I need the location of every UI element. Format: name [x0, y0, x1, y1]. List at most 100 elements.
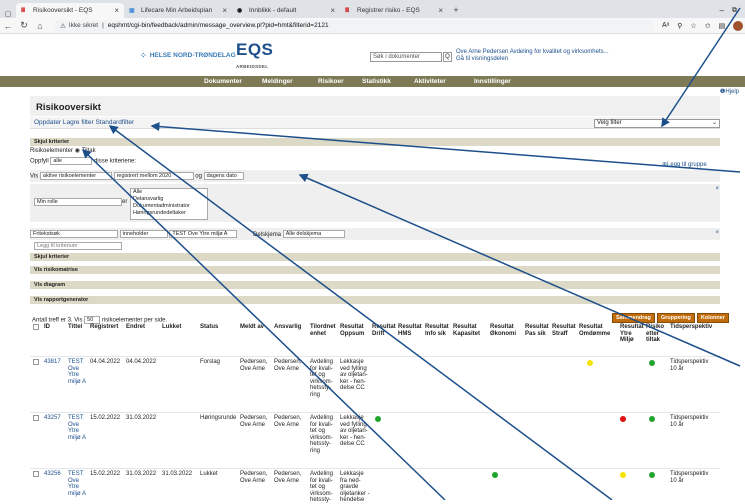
- menu-settings[interactable]: Innstillinger: [474, 76, 511, 87]
- select-all-checkbox[interactable]: [33, 324, 39, 330]
- collections-icon[interactable]: ▤: [719, 22, 726, 30]
- help-link[interactable]: ❶Hjelp: [720, 88, 739, 95]
- favorites-icon[interactable]: ✩: [705, 22, 711, 30]
- col-time-perspective[interactable]: Tidsperspektiv: [670, 324, 712, 331]
- browser-tab-risikooversikt[interactable]: Ⅲ Risikooversikt - EQS ×: [16, 3, 124, 18]
- row-title-link[interactable]: TEST Ove Ytre miljø A: [68, 359, 86, 385]
- col-patient-safety[interactable]: Resultat Pas sik: [525, 324, 551, 337]
- registered-select[interactable]: registrert mellom 2020: [113, 172, 194, 180]
- col-id[interactable]: ID: [44, 324, 50, 331]
- role-listbox[interactable]: Alle Delansvarlig Dokumentadministrator …: [130, 188, 208, 220]
- col-hms[interactable]: Resultat HMS: [398, 324, 424, 337]
- col-environment[interactable]: Resultat Ytre Miljø: [620, 324, 646, 344]
- freetext-input[interactable]: TEST Ove Ytre miljø A: [169, 230, 238, 238]
- contains-select[interactable]: inneholder: [119, 230, 168, 238]
- document-search-input[interactable]: Søk i dokumenter: [370, 52, 442, 62]
- col-changed[interactable]: Endret: [126, 324, 145, 331]
- browser-tab-innblikk[interactable]: ◉ Innblikk - default ×: [232, 3, 340, 18]
- columns-button[interactable]: Kolonner: [696, 313, 729, 323]
- close-tab-icon[interactable]: ×: [222, 6, 227, 15]
- col-infosec[interactable]: Resultat Info sik: [425, 324, 451, 337]
- col-reputation[interactable]: Resultat Omdømme: [579, 324, 610, 337]
- role-option[interactable]: Alle: [133, 189, 207, 196]
- row-title-link[interactable]: TEST Ove Ytre miljø A: [68, 415, 86, 441]
- browser-tab-registrer[interactable]: Ⅲ Registrer risiko - EQS ×: [340, 3, 448, 18]
- row-title-link[interactable]: TEST Ove Ytre miljø A: [68, 471, 86, 497]
- browser-tab-lifecare[interactable]: ▣ Lifecare Min Arbeidsplan ×: [124, 3, 232, 18]
- url-field[interactable]: ⚠ Ikke sikret | eqshmt/cgi-bin/feedback/adm…: [54, 19, 654, 32]
- row-checkbox[interactable]: [33, 415, 39, 421]
- role-option[interactable]: Høringsrundedeltaker: [133, 210, 207, 217]
- role-option[interactable]: Dokumentadministrator: [133, 203, 207, 210]
- col-closed[interactable]: Lukket: [162, 324, 181, 331]
- back-icon[interactable]: ←: [0, 21, 16, 31]
- col-risk-after[interactable]: Risiko etter tiltak: [646, 324, 668, 344]
- col-reported-by[interactable]: Meldt av: [240, 324, 266, 331]
- section-hide-criteria[interactable]: Skjul kriterier: [30, 253, 720, 261]
- refresh-button[interactable]: Oppdater: [34, 119, 61, 126]
- close-tab-icon[interactable]: ×: [114, 6, 119, 15]
- new-tab-button[interactable]: +: [448, 5, 464, 15]
- col-title[interactable]: Tittel: [68, 324, 82, 331]
- close-tab-icon[interactable]: ×: [438, 6, 443, 15]
- remove-role-criterion-button[interactable]: ×: [715, 186, 719, 192]
- menu-activities[interactable]: Aktiviteter: [414, 76, 446, 87]
- section-diagram[interactable]: Vis diagram: [30, 281, 720, 289]
- radio-selected-icon[interactable]: ◉: [75, 148, 80, 154]
- section-risk-matrix[interactable]: Vis risikomatrise: [30, 266, 720, 274]
- section-report-generator[interactable]: Vis rapportgenerator: [30, 296, 720, 304]
- role-option[interactable]: Delansvarlig: [133, 196, 207, 203]
- menu-statistics[interactable]: Statistikk: [362, 76, 391, 87]
- search-button[interactable]: Q: [443, 52, 452, 62]
- menu-risks[interactable]: Risikoer: [318, 76, 344, 87]
- add-criterion-select[interactable]: Legg til kriterium: [34, 242, 122, 250]
- row-checkbox[interactable]: [33, 471, 39, 477]
- col-responsible[interactable]: Ansvarlig: [274, 324, 301, 331]
- col-unit[interactable]: Tilordnet enhet: [310, 324, 340, 337]
- restore-icon[interactable]: ⧉: [732, 7, 737, 15]
- row-id-link[interactable]: 43256: [44, 471, 61, 478]
- summary-button[interactable]: Sammendrag: [612, 313, 655, 323]
- goto-view-link[interactable]: Gå til visningsdelen: [456, 56, 609, 63]
- user-name-link[interactable]: Ove Arne Pedersen Avdeling for kvalitet …: [456, 49, 609, 56]
- minimize-icon[interactable]: –: [720, 6, 724, 15]
- table-row[interactable]: 43817 TEST Ove Ytre miljø A 04.04.2022 0…: [30, 356, 720, 412]
- save-filter-button[interactable]: Lagre filter: [63, 119, 94, 126]
- row-id-link[interactable]: 43257: [44, 415, 61, 422]
- freetext-select[interactable]: Fritekstsøk: [30, 230, 118, 238]
- menu-messages[interactable]: Meldinger: [262, 76, 293, 87]
- col-economy[interactable]: Resultat Økonomi: [490, 324, 520, 337]
- grouping-button[interactable]: Gruppering: [656, 313, 695, 323]
- add-group-link[interactable]: ⊕Legg til gruppe: [662, 161, 707, 168]
- col-summary[interactable]: Resultat Oppsum: [340, 324, 370, 337]
- col-capacity[interactable]: Resultat Kapasitet: [453, 324, 483, 337]
- favorite-icon[interactable]: ☆: [690, 22, 696, 30]
- read-aloud-icon[interactable]: Aᵃ: [662, 22, 669, 29]
- close-tab-icon[interactable]: ×: [330, 6, 335, 15]
- row-id-link[interactable]: 43817: [44, 359, 61, 366]
- show-select[interactable]: aktive risikoelementer: [39, 172, 112, 180]
- hide-criteria-header[interactable]: Skjul kriterier: [30, 138, 720, 146]
- zoom-icon[interactable]: ⚲: [677, 22, 682, 30]
- col-status[interactable]: Status: [200, 324, 218, 331]
- menu-documents[interactable]: Dokumenter: [204, 76, 242, 87]
- profile-avatar[interactable]: [733, 20, 744, 31]
- filter-select[interactable]: Velg filter ⌄: [594, 119, 720, 128]
- tab-actions-icon[interactable]: ▢: [0, 10, 16, 18]
- reload-icon[interactable]: ↻: [16, 20, 32, 31]
- fulfill-select[interactable]: alle: [50, 157, 93, 165]
- col-operation[interactable]: Resultat Drift: [372, 324, 398, 337]
- date-select[interactable]: dagens dato: [203, 172, 244, 180]
- table-row[interactable]: 43256 TEST Ove Ytre miljø A 15.02.2022 3…: [30, 468, 720, 503]
- per-page-select[interactable]: 50: [84, 316, 101, 324]
- table-row[interactable]: 43257 TEST Ove Ytre miljø A 15.02.2022 3…: [30, 412, 720, 468]
- home-icon[interactable]: ⌂: [32, 21, 48, 31]
- delskjema-select[interactable]: Alle delskjema: [282, 230, 345, 238]
- default-filter-button[interactable]: Standardfilter: [95, 119, 134, 126]
- remove-freetext-criterion-button[interactable]: ×: [715, 230, 719, 236]
- role-select[interactable]: Min rolle: [34, 198, 122, 206]
- col-registered[interactable]: Registrert: [90, 324, 118, 331]
- col-penalty[interactable]: Resultat Straff: [552, 324, 578, 337]
- tiltak-radio-label[interactable]: Tiltak: [82, 148, 96, 154]
- row-checkbox[interactable]: [33, 359, 39, 365]
